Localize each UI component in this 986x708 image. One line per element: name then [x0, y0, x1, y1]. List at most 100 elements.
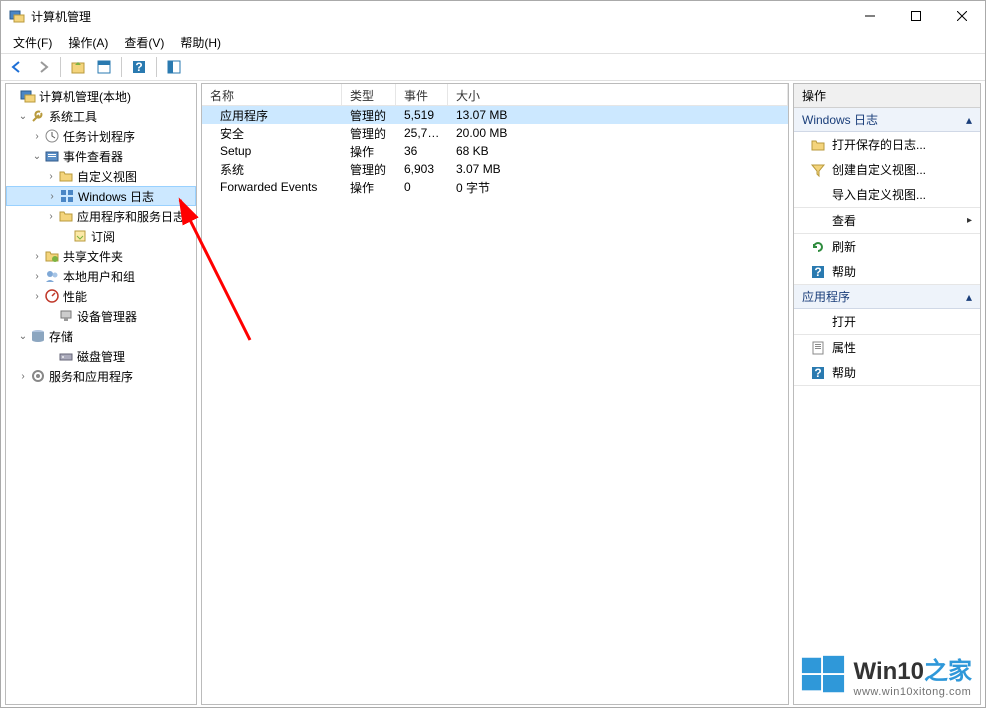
- menu-help[interactable]: 帮助(H): [172, 32, 229, 53]
- tree-customview[interactable]: ›自定义视图: [6, 166, 196, 186]
- window-title: 计算机管理: [31, 8, 847, 25]
- action-help[interactable]: ?帮助: [794, 259, 980, 284]
- toolbar-separator: [60, 57, 61, 77]
- action-import-view[interactable]: 导入自定义视图...: [794, 182, 980, 207]
- devicemgr-icon: [58, 308, 74, 324]
- client-area: 计算机管理(本地) ⌄系统工具 ›任务计划程序 ⌄事件查看器 ›自定义视图 ›W…: [1, 81, 985, 707]
- submenu-arrow-icon: ▸: [967, 215, 972, 226]
- forward-button[interactable]: [31, 55, 55, 79]
- actions-group-1: Windows 日志▴ 打开保存的日志... 创建自定义视图... 导入自定义视…: [794, 108, 980, 285]
- watermark-url: www.win10xitong.com: [854, 686, 972, 698]
- action-open-saved[interactable]: 打开保存的日志...: [794, 132, 980, 157]
- titlebar: 计算机管理: [1, 1, 985, 31]
- col-size[interactable]: 大小: [448, 84, 788, 105]
- caret-right-icon[interactable]: ›: [30, 271, 44, 282]
- caret-right-icon[interactable]: ›: [44, 171, 58, 182]
- maximize-button[interactable]: [893, 1, 939, 31]
- list-row[interactable]: 应用程序 管理的 5,519 13.07 MB: [202, 106, 788, 124]
- caret-right-icon[interactable]: ›: [45, 191, 59, 202]
- actions-panel: 操作 Windows 日志▴ 打开保存的日志... 创建自定义视图... 导入自…: [793, 83, 981, 705]
- tree-diskmgmt[interactable]: 磁盘管理: [6, 346, 196, 366]
- storage-icon: [30, 328, 46, 344]
- toolbar-separator: [121, 57, 122, 77]
- caret-right-icon[interactable]: ›: [30, 291, 44, 302]
- action-view[interactable]: 查看▸: [794, 208, 980, 233]
- menu-file[interactable]: 文件(F): [5, 32, 60, 53]
- computer-icon: [20, 88, 36, 104]
- tree-storage[interactable]: ⌄存储: [6, 326, 196, 346]
- tree-eventviewer[interactable]: ⌄事件查看器: [6, 146, 196, 166]
- list-row[interactable]: 安全 管理的 25,799 20.00 MB: [202, 124, 788, 142]
- tree-root[interactable]: 计算机管理(本地): [6, 86, 196, 106]
- diskmgmt-icon: [58, 348, 74, 364]
- list-row[interactable]: Setup 操作 36 68 KB: [202, 142, 788, 160]
- services-icon: [30, 368, 46, 384]
- main-panel: 名称 类型 事件数 大小 应用程序 管理的 5,519 13.07 MB 安全 …: [201, 83, 789, 705]
- toolbar-separator: [156, 57, 157, 77]
- folder-open-icon: [810, 137, 826, 153]
- col-type[interactable]: 类型: [342, 84, 396, 105]
- performance-icon: [44, 288, 60, 304]
- toolbar-icon-2[interactable]: [162, 55, 186, 79]
- tree-scheduler[interactable]: ›任务计划程序: [6, 126, 196, 146]
- tree-systools[interactable]: ⌄系统工具: [6, 106, 196, 126]
- blank-icon: [810, 314, 826, 330]
- tree-localusers[interactable]: ›本地用户和组: [6, 266, 196, 286]
- caret-right-icon[interactable]: ›: [30, 251, 44, 262]
- users-icon: [44, 268, 60, 284]
- tree-winlog[interactable]: ›Windows 日志: [6, 186, 196, 206]
- eventviewer-icon: [44, 148, 60, 164]
- action-create-view[interactable]: 创建自定义视图...: [794, 157, 980, 182]
- col-events[interactable]: 事件数: [396, 84, 448, 105]
- close-button[interactable]: [939, 1, 985, 31]
- action-open[interactable]: 打开: [794, 309, 980, 334]
- windows-logo-icon: [800, 652, 846, 698]
- tree-performance[interactable]: ›性能: [6, 286, 196, 306]
- properties-icon: [810, 340, 826, 356]
- action-help-2[interactable]: ?帮助: [794, 360, 980, 385]
- caret-right-icon[interactable]: ›: [16, 371, 30, 382]
- folder-icon: [58, 168, 74, 184]
- menu-action[interactable]: 操作(A): [60, 32, 116, 53]
- watermark-suffix: 之家: [924, 658, 972, 685]
- list-row[interactable]: Forwarded Events 操作 0 0 字节: [202, 178, 788, 196]
- list-header: 名称 类型 事件数 大小: [202, 84, 788, 106]
- window-buttons: [847, 1, 985, 31]
- blank-icon: [810, 213, 826, 229]
- toolbar-icon-1[interactable]: [92, 55, 116, 79]
- blank-icon: [810, 187, 826, 203]
- tree-appsvclog[interactable]: ›应用程序和服务日志: [6, 206, 196, 226]
- actions-group-header[interactable]: Windows 日志▴: [794, 108, 980, 132]
- list-row[interactable]: 系统 管理的 6,903 3.07 MB: [202, 160, 788, 178]
- collapse-icon: ▴: [966, 113, 972, 127]
- caret-right-icon[interactable]: ›: [30, 131, 44, 142]
- help-icon: ?: [810, 264, 826, 280]
- filter-icon: [810, 162, 826, 178]
- tree-sharedfolders[interactable]: ›共享文件夹: [6, 246, 196, 266]
- actions-group-2: 应用程序▴ 打开 属性 ?帮助: [794, 285, 980, 386]
- back-button[interactable]: [5, 55, 29, 79]
- tree-subscription[interactable]: 订阅: [6, 226, 196, 246]
- svg-text:?: ?: [814, 366, 821, 380]
- action-refresh[interactable]: 刷新: [794, 234, 980, 259]
- caret-down-icon[interactable]: ⌄: [16, 331, 30, 342]
- svg-text:?: ?: [814, 265, 821, 279]
- tree-panel[interactable]: 计算机管理(本地) ⌄系统工具 ›任务计划程序 ⌄事件查看器 ›自定义视图 ›W…: [5, 83, 197, 705]
- col-name[interactable]: 名称: [202, 84, 342, 105]
- menu-view[interactable]: 查看(V): [116, 32, 172, 53]
- menubar: 文件(F) 操作(A) 查看(V) 帮助(H): [1, 31, 985, 53]
- clock-icon: [44, 128, 60, 144]
- caret-down-icon[interactable]: ⌄: [30, 151, 44, 162]
- subscription-icon: [72, 228, 88, 244]
- caret-down-icon[interactable]: ⌄: [16, 111, 30, 122]
- action-properties[interactable]: 属性: [794, 335, 980, 360]
- caret-right-icon[interactable]: ›: [44, 211, 58, 222]
- help-button[interactable]: ?: [127, 55, 151, 79]
- list-body[interactable]: 应用程序 管理的 5,519 13.07 MB 安全 管理的 25,799 20…: [202, 106, 788, 704]
- tree-services[interactable]: ›服务和应用程序: [6, 366, 196, 386]
- actions-group-header[interactable]: 应用程序▴: [794, 285, 980, 309]
- up-button[interactable]: [66, 55, 90, 79]
- watermark: Win10之家 www.win10xitong.com: [800, 651, 972, 698]
- tree-devicemgr[interactable]: 设备管理器: [6, 306, 196, 326]
- minimize-button[interactable]: [847, 1, 893, 31]
